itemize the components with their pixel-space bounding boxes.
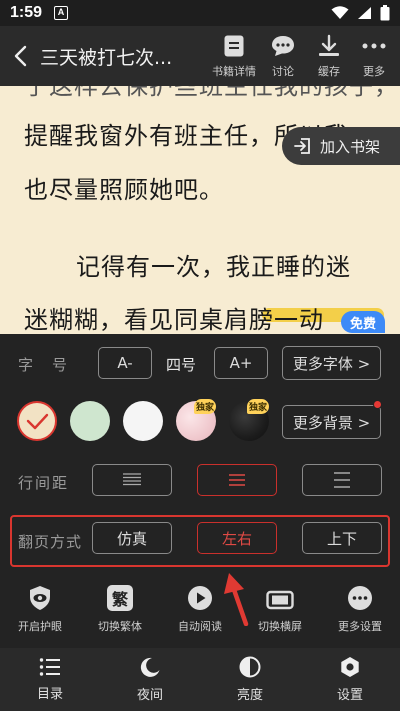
chat-icon: [272, 36, 294, 56]
line-spacing-loose-icon: [334, 472, 350, 488]
play-icon: [188, 586, 212, 610]
nav-night-label: 夜间: [136, 688, 163, 703]
more-settings-icon: [348, 586, 372, 610]
text-line-3: 记得有一次，我正睡的迷: [76, 253, 351, 281]
exclusive-badge-pink: 独家: [194, 399, 216, 414]
status-time: 1:59: [10, 4, 43, 21]
auto-read-label: 自动阅读: [178, 620, 222, 633]
moon-icon: [140, 657, 160, 677]
page-turn-horizontal-button[interactable]: 左右: [197, 522, 277, 554]
nav-catalog[interactable]: 目录: [0, 648, 100, 711]
add-shelf-icon: [294, 138, 310, 154]
more-settings-button[interactable]: 更多设置: [320, 578, 400, 640]
nav-brightness-label: 亮度: [236, 688, 263, 703]
book-title: 三天被打七次...: [40, 46, 173, 69]
tool-row: 开启护眼 繁 切换繁体 自动阅读 切换横屏 更多设置: [0, 578, 400, 640]
add-shelf-label: 加入书架: [320, 137, 381, 156]
traditional-chinese-label: 切换繁体: [98, 620, 142, 633]
reader-top-bar: 三天被打七次... 书籍详情 讨论 缓存 更多: [0, 26, 400, 86]
discuss-button[interactable]: 讨论: [260, 26, 306, 86]
text-line-4: 迷糊糊，看见同桌肩膀一动: [24, 306, 324, 334]
more-button[interactable]: 更多: [352, 26, 396, 86]
bottom-nav: 目录 夜间 亮度 设置: [0, 648, 400, 711]
eye-protection-label: 开启护眼: [18, 620, 62, 633]
font-increase-button[interactable]: A+: [214, 347, 268, 379]
status-bar: 1:59 A: [0, 0, 400, 26]
reading-area[interactable]: 了这样去保护些班主任我的孩子， 提醒我窗外有班主任，所以我 也尽量照顾她吧。 记…: [0, 86, 400, 334]
nav-night[interactable]: 夜间: [100, 648, 200, 711]
wifi-icon: [331, 6, 349, 19]
nav-settings-label: 设置: [336, 688, 363, 703]
check-icon: [26, 413, 49, 430]
font-size-value: 四号: [166, 356, 197, 374]
add-to-shelf-button[interactable]: 加入书架: [282, 127, 400, 165]
line-spacing-normal-icon: [229, 474, 245, 486]
line-spacing-compact-button[interactable]: [92, 464, 172, 496]
traditional-chinese-icon: 繁: [107, 585, 133, 611]
signal-icon: [358, 7, 371, 19]
landscape-button[interactable]: 切换横屏: [240, 578, 320, 640]
book-detail-label: 书籍详情: [212, 65, 256, 78]
page-turn-simulate-button[interactable]: 仿真: [92, 522, 172, 554]
back-button[interactable]: [0, 26, 40, 86]
eye-protection-button[interactable]: 开启护眼: [0, 578, 80, 640]
catalog-icon: [39, 658, 60, 676]
more-backgrounds-button[interactable]: 更多背景 >: [282, 405, 381, 439]
discuss-label: 讨论: [272, 65, 294, 78]
gear-icon: [341, 657, 359, 677]
status-icons: [331, 5, 390, 21]
traditional-glyph: 繁: [111, 590, 128, 609]
more-label: 更多: [363, 65, 385, 78]
font-decrease-button[interactable]: A-: [98, 347, 152, 379]
bg-swatch-cream[interactable]: [17, 401, 57, 441]
more-fonts-button[interactable]: 更多字体 >: [282, 346, 381, 380]
eye-shield-icon: [30, 586, 50, 610]
back-arrow-icon: [14, 45, 27, 67]
book-detail-button[interactable]: 书籍详情: [208, 26, 260, 86]
cache-button[interactable]: 缓存: [306, 26, 352, 86]
bg-swatch-white[interactable]: [123, 401, 163, 441]
font-size-label: 字 号: [18, 356, 70, 374]
status-app-icon: A: [54, 6, 69, 20]
exclusive-badge-black: 独家: [247, 399, 269, 414]
auto-read-button[interactable]: 自动阅读: [160, 578, 240, 640]
text-line-0: 了这样去保护些班主任我的孩子，: [24, 86, 399, 100]
download-icon: [319, 34, 339, 56]
more-settings-label: 更多设置: [338, 620, 382, 633]
nav-brightness[interactable]: 亮度: [200, 648, 300, 711]
page-turn-label: 翻页方式: [18, 533, 83, 551]
line-spacing-compact-icon: [123, 473, 141, 486]
line-spacing-label: 行间距: [18, 474, 70, 492]
page-turn-vertical-button[interactable]: 上下: [302, 522, 382, 554]
traditional-chinese-button[interactable]: 繁 切换繁体: [80, 578, 160, 640]
free-badge: 免费: [341, 311, 385, 333]
new-dot-badge: [373, 400, 382, 409]
line-spacing-normal-button[interactable]: [197, 464, 277, 496]
line-spacing-loose-button[interactable]: [302, 464, 382, 496]
brightness-icon: [239, 656, 261, 678]
cache-label: 缓存: [318, 65, 340, 78]
nav-settings[interactable]: 设置: [300, 648, 400, 711]
battery-icon: [380, 5, 390, 21]
more-dots-icon: [362, 43, 386, 49]
landscape-icon: [266, 590, 294, 610]
text-line-2: 也尽量照顾她吧。: [24, 176, 224, 204]
nav-catalog-label: 目录: [36, 687, 63, 702]
landscape-label: 切换横屏: [258, 620, 302, 633]
bg-swatch-green[interactable]: [70, 401, 110, 441]
book-detail-icon: [224, 35, 244, 57]
